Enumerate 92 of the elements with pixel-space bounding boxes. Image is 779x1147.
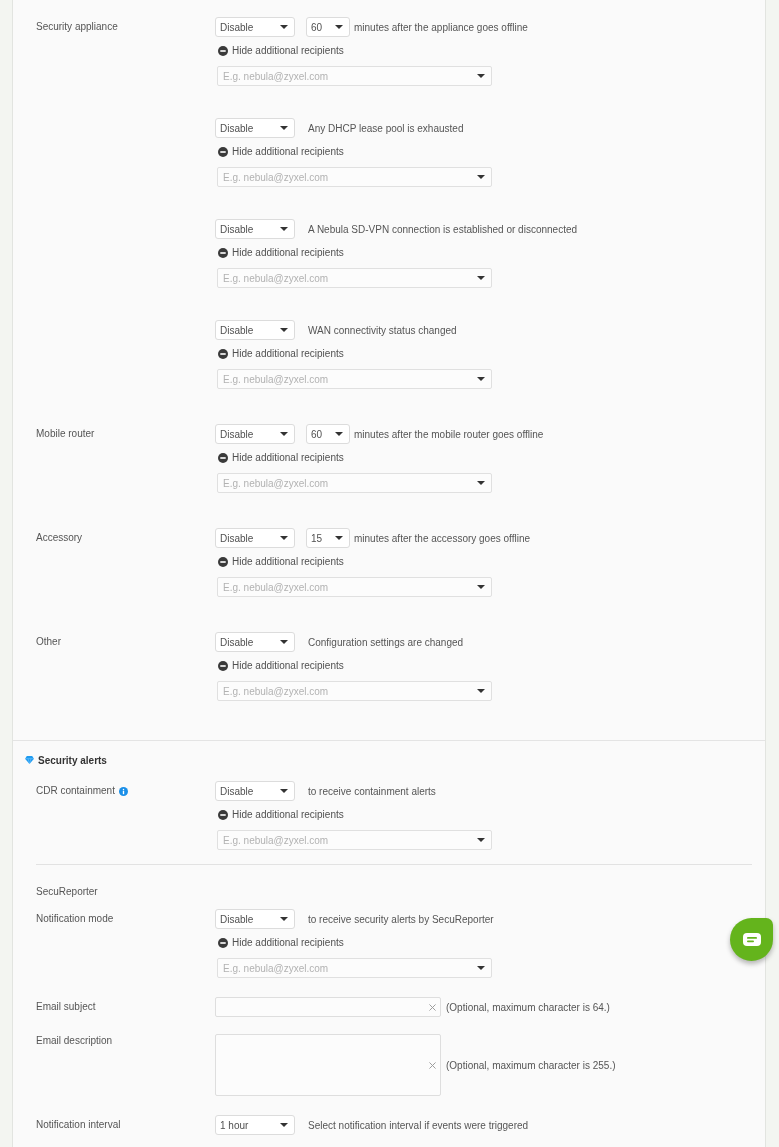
subsection-heading: SecuReporter [36,886,98,897]
field-label: CDR containment [36,784,115,798]
minutes-select[interactable]: 60 [306,17,350,37]
field-label: Notification mode [36,912,114,926]
clear-icon[interactable] [429,1061,436,1069]
mode-select[interactable]: Disable [215,17,295,37]
recipients-toggle[interactable]: Hide additional recipients [218,660,344,672]
mode-select[interactable]: Disable [215,219,295,239]
event-description: to receive security alerts by SecuReporter [308,913,494,925]
clear-icon[interactable] [429,1003,436,1011]
caret-icon [477,838,485,842]
minus-circle-icon [218,810,228,820]
caret-icon [280,227,288,231]
event-description: A Nebula SD-VPN connection is established or disconnected [308,223,578,235]
recipients-field[interactable]: E.g. nebula@zyxel.com [217,577,492,597]
field-label: Notification interval [36,1118,121,1132]
recipients-field[interactable]: E.g. nebula@zyxel.com [217,167,492,187]
recipients-toggle[interactable]: Hide additional recipients [218,809,344,821]
minus-circle-icon [218,938,228,948]
recipients-toggle[interactable]: Hide additional recipients [218,45,344,57]
event-description: minutes after the accessory goes offline [354,532,531,544]
minutes-select[interactable]: 60 [306,424,350,444]
caret-icon [477,175,485,179]
text-input-field[interactable] [215,997,441,1017]
section-heading: Security alerts [38,754,107,766]
caret-icon [280,640,288,644]
mode-select[interactable]: Disable [215,118,295,138]
mode-select[interactable]: Disable [215,424,295,444]
caret-icon [477,276,485,280]
mode-select[interactable]: Disable [215,909,295,929]
field-label: Mobile router [36,427,95,441]
recipients-field[interactable]: E.g. nebula@zyxel.com [217,369,492,389]
recipients-field[interactable]: E.g. nebula@zyxel.com [217,473,492,493]
minus-circle-icon [218,557,228,567]
caret-icon [477,377,485,381]
recipients-toggle[interactable]: Hide additional recipients [218,348,344,360]
minus-circle-icon [218,46,228,56]
interval-select[interactable]: 1 hour [215,1115,295,1135]
caret-icon [280,1123,288,1127]
field-label: Other [36,635,61,649]
recipients-field[interactable]: E.g. nebula@zyxel.com [217,66,492,86]
diamond-icon [25,756,34,764]
caret-icon [280,25,288,29]
minutes-select[interactable]: 15 [306,528,350,548]
info-icon[interactable] [118,786,128,796]
event-description: minutes after the mobile router goes offline [354,428,544,440]
field-label: Security appliance [36,20,118,34]
caret-icon [280,789,288,793]
minus-circle-icon [218,661,228,671]
caret-icon [477,74,485,78]
recipients-toggle[interactable]: Hide additional recipients [218,556,344,568]
field-label: Accessory [36,531,83,545]
recipients-field[interactable]: E.g. nebula@zyxel.com [217,268,492,288]
mode-select[interactable]: Disable [215,320,295,340]
hint-text: (Optional, maximum character is 255.) [446,1059,616,1071]
caret-icon [477,481,485,485]
hint-text: (Optional, maximum character is 64.) [446,1001,610,1013]
recipients-field[interactable]: E.g. nebula@zyxel.com [217,958,492,978]
caret-icon [477,966,485,970]
recipients-toggle[interactable]: Hide additional recipients [218,937,344,949]
minus-circle-icon [218,349,228,359]
minus-circle-icon [218,248,228,258]
caret-icon [280,917,288,921]
field-label: Email subject [36,1000,96,1014]
recipients-field[interactable]: E.g. nebula@zyxel.com [217,681,492,701]
caret-icon [280,126,288,130]
caret-icon [477,689,485,693]
recipients-toggle[interactable]: Hide additional recipients [218,247,344,259]
event-description: minutes after the appliance goes offline [354,21,528,33]
recipients-field[interactable]: E.g. nebula@zyxel.com [217,830,492,850]
chat-icon [742,933,761,946]
event-description: Any DHCP lease pool is exhausted [308,122,464,134]
caret-icon [335,536,343,540]
minus-circle-icon [218,453,228,463]
recipients-toggle[interactable]: Hide additional recipients [218,146,344,158]
caret-icon [335,432,343,436]
field-label: Email description [36,1034,113,1048]
text-area-field[interactable] [215,1034,441,1096]
caret-icon [280,536,288,540]
field-description: Select notification interval if events were triggered [308,1119,529,1131]
mode-select[interactable]: Disable [215,632,295,652]
minus-circle-icon [218,147,228,157]
mode-select[interactable]: Disable [215,781,295,801]
event-description: WAN connectivity status changed [308,324,457,336]
caret-icon [477,585,485,589]
recipients-toggle[interactable]: Hide additional recipients [218,452,344,464]
caret-icon [335,25,343,29]
caret-icon [280,328,288,332]
caret-icon [280,432,288,436]
mode-select[interactable]: Disable [215,528,295,548]
event-description: Configuration settings are changed [308,636,464,648]
event-description: to receive containment alerts [308,785,436,797]
